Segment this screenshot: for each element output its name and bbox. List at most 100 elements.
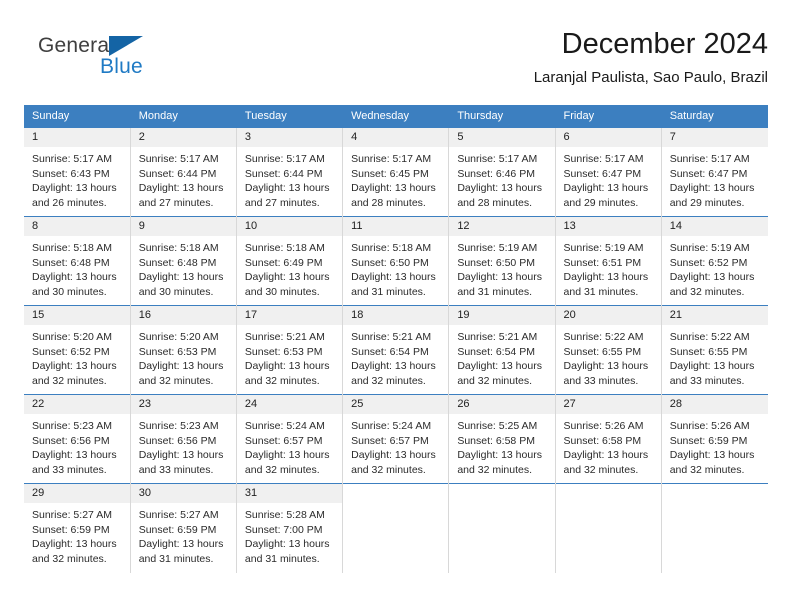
calendar-day-cell[interactable]: 7 Sunrise: 5:17 AM Sunset: 6:47 PM Daylight…	[661, 127, 768, 217]
calendar-week-row: 15 Sunrise: 5:20 AM Sunset: 6:52 PM Dayligh…	[24, 305, 768, 395]
daylight-text-line2: and 33 minutes.	[138, 463, 214, 476]
daylight-text-line2: and 27 minutes.	[138, 196, 214, 209]
daylight-text-line2: and 32 minutes.	[669, 285, 745, 298]
day-details: Sunrise: 5:27 AM Sunset: 6:59 PM Daylight:…	[24, 503, 130, 566]
calendar-day-cell[interactable]: 21 Sunrise: 5:22 AM Sunset: 6:55 PM Dayligh…	[661, 305, 768, 395]
day-details: Sunrise: 5:17 AM Sunset: 6:46 PM Daylight:…	[449, 147, 554, 210]
calendar-day-cell[interactable]: 17 Sunrise: 5:21 AM Sunset: 6:53 PM Dayligh…	[236, 305, 344, 395]
daylight-text-line1: Daylight: 13 hours	[563, 449, 649, 462]
sunset-text: Sunset: 6:46 PM	[457, 167, 535, 180]
calendar-day-cell[interactable]: 11 Sunrise: 5:18 AM Sunset: 6:50 PM Dayligh…	[342, 216, 450, 306]
day-number: 1	[24, 128, 130, 147]
day-details: Sunrise: 5:25 AM Sunset: 6:58 PM Daylight:…	[449, 414, 554, 477]
daylight-text-line1: Daylight: 13 hours	[244, 538, 330, 551]
day-number: 14	[661, 217, 768, 236]
daylight-text-line2: and 31 minutes.	[138, 552, 214, 565]
day-details: Sunrise: 5:17 AM Sunset: 6:47 PM Daylight:…	[662, 147, 768, 210]
day-number: 3	[236, 128, 343, 147]
calendar-day-cell[interactable]: 13 Sunrise: 5:19 AM Sunset: 6:51 PM Dayligh…	[555, 216, 662, 306]
daylight-text-line1: Daylight: 13 hours	[563, 271, 649, 284]
calendar-day-cell[interactable]: 26 Sunrise: 5:25 AM Sunset: 6:58 PM Dayligh…	[448, 394, 556, 484]
day-number: 22	[24, 395, 130, 414]
day-details: Sunrise: 5:21 AM Sunset: 6:54 PM Daylight:…	[449, 325, 554, 388]
day-number: 20	[555, 306, 661, 325]
general-blue-logo[interactable]: General Blue	[38, 34, 208, 90]
weekday-header-monday: Monday	[130, 105, 237, 128]
calendar-day-cell[interactable]: 5 Sunrise: 5:17 AM Sunset: 6:46 PM Daylight…	[448, 127, 556, 217]
calendar-day-cell[interactable]: 28 Sunrise: 5:26 AM Sunset: 6:59 PM Dayligh…	[661, 394, 768, 484]
day-number: 30	[130, 484, 236, 503]
daylight-text-line1: Daylight: 13 hours	[32, 182, 117, 195]
day-number: 19	[449, 306, 555, 325]
calendar-day-cell[interactable]: 29 Sunrise: 5:27 AM Sunset: 6:59 PM Dayligh…	[24, 483, 131, 573]
daylight-text-line1: Daylight: 13 hours	[138, 182, 224, 195]
calendar-day-cell[interactable]: 22 Sunrise: 5:23 AM Sunset: 6:56 PM Dayligh…	[24, 394, 131, 484]
calendar-day-cell[interactable]: 2 Sunrise: 5:17 AM Sunset: 6:44 PM Daylight…	[130, 127, 237, 217]
calendar-day-cell[interactable]: 9 Sunrise: 5:18 AM Sunset: 6:48 PM Daylight…	[130, 216, 237, 306]
calendar-day-cell[interactable]: 3 Sunrise: 5:17 AM Sunset: 6:44 PM Daylight…	[236, 127, 344, 217]
sunrise-text: Sunrise: 5:24 AM	[244, 420, 325, 432]
sunrise-text: Sunrise: 5:17 AM	[457, 153, 538, 165]
calendar-day-cell[interactable]: 10 Sunrise: 5:18 AM Sunset: 6:49 PM Dayligh…	[236, 216, 344, 306]
sunrise-text: Sunrise: 5:17 AM	[563, 153, 644, 165]
daylight-text-line1: Daylight: 13 hours	[457, 449, 542, 462]
day-details: Sunrise: 5:26 AM Sunset: 6:59 PM Daylight:…	[662, 414, 768, 477]
sunrise-text: Sunrise: 5:21 AM	[351, 331, 432, 343]
calendar-day-cell[interactable]: 12 Sunrise: 5:19 AM Sunset: 6:50 PM Dayligh…	[448, 216, 556, 306]
calendar-day-cell[interactable]: 18 Sunrise: 5:21 AM Sunset: 6:54 PM Dayligh…	[342, 305, 450, 395]
calendar-day-cell[interactable]: 6 Sunrise: 5:17 AM Sunset: 6:47 PM Daylight…	[555, 127, 662, 217]
sunrise-text: Sunrise: 5:27 AM	[138, 509, 219, 521]
calendar-day-cell[interactable]: 25 Sunrise: 5:24 AM Sunset: 6:57 PM Dayligh…	[342, 394, 450, 484]
calendar-week-row: 8 Sunrise: 5:18 AM Sunset: 6:48 PM Daylight…	[24, 216, 768, 306]
sunset-text: Sunset: 6:50 PM	[351, 256, 429, 269]
calendar-day-cell[interactable]: 8 Sunrise: 5:18 AM Sunset: 6:48 PM Daylight…	[24, 216, 131, 306]
sunrise-text: Sunrise: 5:27 AM	[32, 509, 112, 521]
sunset-text: Sunset: 6:49 PM	[244, 256, 323, 269]
calendar-week-row: 1 Sunrise: 5:17 AM Sunset: 6:43 PM Daylight…	[24, 127, 768, 217]
calendar-day-cell[interactable]: 31 Sunrise: 5:28 AM Sunset: 7:00 PM Dayligh…	[236, 483, 344, 573]
calendar-day-cell[interactable]: 19 Sunrise: 5:21 AM Sunset: 6:54 PM Dayligh…	[448, 305, 556, 395]
day-number: 17	[236, 306, 343, 325]
sunset-text: Sunset: 6:52 PM	[669, 256, 748, 269]
location-subtitle: Laranjal Paulista, Sao Paulo, Brazil	[533, 69, 768, 86]
sunset-text: Sunset: 6:44 PM	[244, 167, 323, 180]
calendar-day-cell[interactable]: 1 Sunrise: 5:17 AM Sunset: 6:43 PM Daylight…	[24, 127, 131, 217]
calendar-day-cell[interactable]: 15 Sunrise: 5:20 AM Sunset: 6:52 PM Dayligh…	[24, 305, 131, 395]
day-details: Sunrise: 5:23 AM Sunset: 6:56 PM Daylight:…	[24, 414, 130, 477]
daylight-text-line2: and 31 minutes.	[351, 285, 426, 298]
calendar-day-cell[interactable]: 30 Sunrise: 5:27 AM Sunset: 6:59 PM Dayligh…	[130, 483, 237, 573]
calendar-day-cell[interactable]: 27 Sunrise: 5:26 AM Sunset: 6:58 PM Dayligh…	[555, 394, 662, 484]
daylight-text-line1: Daylight: 13 hours	[351, 360, 436, 373]
day-details: Sunrise: 5:28 AM Sunset: 7:00 PM Daylight:…	[237, 503, 342, 566]
daylight-text-line1: Daylight: 13 hours	[244, 271, 330, 284]
day-number: 18	[343, 306, 449, 325]
sunrise-text: Sunrise: 5:19 AM	[669, 242, 750, 254]
daylight-text-line1: Daylight: 13 hours	[351, 271, 436, 284]
calendar-day-cell[interactable]: 23 Sunrise: 5:23 AM Sunset: 6:56 PM Dayligh…	[130, 394, 237, 484]
weekday-header-sunday: Sunday	[24, 105, 131, 128]
daylight-text-line2: and 32 minutes.	[351, 463, 426, 476]
daylight-text-line1: Daylight: 13 hours	[669, 182, 755, 195]
sunrise-text: Sunrise: 5:21 AM	[457, 331, 538, 343]
calendar-day-cell[interactable]: 4 Sunrise: 5:17 AM Sunset: 6:45 PM Daylight…	[342, 127, 450, 217]
sunset-text: Sunset: 7:00 PM	[244, 523, 323, 536]
calendar-day-cell[interactable]: 20 Sunrise: 5:22 AM Sunset: 6:55 PM Dayligh…	[555, 305, 662, 395]
day-number: 13	[555, 217, 661, 236]
calendar-day-cell[interactable]: 14 Sunrise: 5:19 AM Sunset: 6:52 PM Dayligh…	[661, 216, 768, 306]
calendar-page: General Blue December 2024 Laranjal Paul…	[0, 0, 792, 612]
daylight-text-line1: Daylight: 13 hours	[457, 182, 542, 195]
calendar-day-cell[interactable]: 24 Sunrise: 5:24 AM Sunset: 6:57 PM Dayligh…	[236, 394, 344, 484]
sunset-text: Sunset: 6:55 PM	[563, 345, 642, 358]
sunrise-text: Sunrise: 5:24 AM	[351, 420, 432, 432]
page-header: General Blue December 2024 Laranjal Paul…	[24, 26, 768, 98]
day-number: 6	[555, 128, 661, 147]
day-details: Sunrise: 5:27 AM Sunset: 6:59 PM Daylight:…	[131, 503, 236, 566]
sunrise-text: Sunrise: 5:26 AM	[669, 420, 750, 432]
sunset-text: Sunset: 6:58 PM	[563, 434, 642, 447]
day-number: 16	[130, 306, 236, 325]
day-number: 29	[24, 484, 130, 503]
calendar-day-cell[interactable]: 16 Sunrise: 5:20 AM Sunset: 6:53 PM Dayligh…	[130, 305, 237, 395]
daylight-text-line1: Daylight: 13 hours	[669, 360, 755, 373]
daylight-text-line2: and 33 minutes.	[669, 374, 745, 387]
sunrise-text: Sunrise: 5:17 AM	[244, 153, 325, 165]
